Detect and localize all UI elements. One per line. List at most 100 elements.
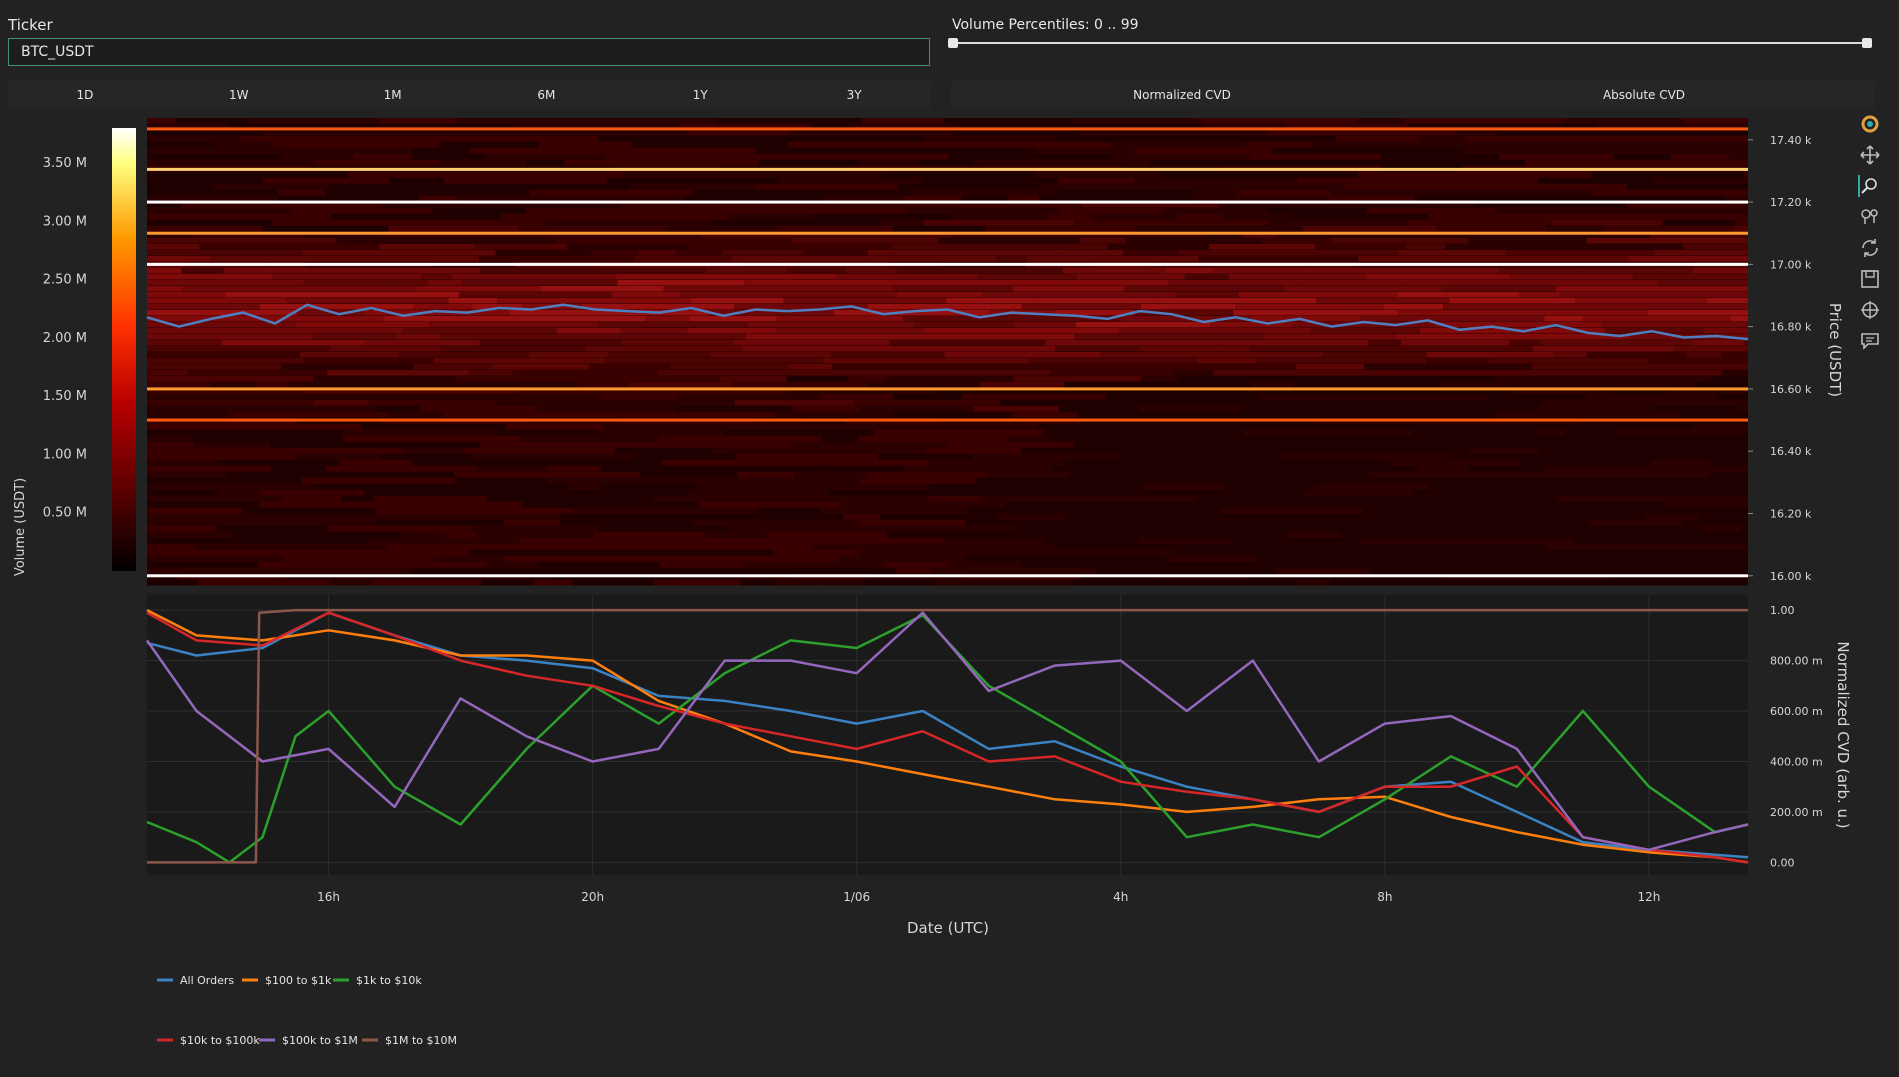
heatmap-cell — [984, 226, 1136, 232]
heatmap-cell — [495, 250, 591, 256]
heatmap-cell — [1206, 328, 1312, 334]
legend-entry[interactable]: All Orders — [180, 974, 234, 987]
heatmap-cell — [1069, 328, 1120, 334]
heatmap-cell — [803, 250, 868, 256]
legend-entry[interactable]: $1M to $10M — [385, 1034, 457, 1047]
heatmap-cell — [1169, 502, 1223, 508]
heatmap-cell — [232, 358, 305, 364]
heatmap-cell — [1412, 490, 1476, 496]
heatmap-cell — [1538, 178, 1653, 184]
heatmap-cell — [147, 394, 315, 400]
liquidity-level — [147, 167, 1748, 171]
heatmap-cell — [1744, 430, 1748, 436]
heatmap-cell — [147, 346, 255, 352]
box-zoom-icon[interactable] — [1858, 174, 1882, 198]
heatmap-cell — [440, 160, 527, 166]
heatmap-cell — [893, 286, 1013, 292]
heatmap-cell — [597, 322, 748, 328]
heatmap-cell — [376, 508, 522, 514]
heatmap-cell — [1530, 442, 1602, 448]
heatmap-cell — [1435, 424, 1600, 430]
heatmap-cell — [1213, 370, 1381, 376]
heatmap-cell — [1538, 448, 1668, 454]
save-icon[interactable] — [1858, 267, 1882, 291]
legend-entry[interactable]: $10k to $100k — [180, 1034, 260, 1047]
heatmap-cell — [759, 568, 896, 574]
heatmap-cell — [1048, 436, 1170, 442]
heatmap-cell — [1553, 382, 1696, 388]
orderbook-chart[interactable]: 0.50 M 1.00 M 1.50 M 2.00 M 2.50 M 3.00 M 3.50… — [0, 0, 1899, 1077]
legend-entry[interactable]: $100k to $1M — [282, 1034, 358, 1047]
heatmap-cell — [1172, 370, 1214, 376]
heatmap-cell — [223, 268, 355, 274]
heatmap-cell — [1551, 220, 1663, 226]
heatmap-cell — [1637, 544, 1748, 550]
heatmap-cell — [505, 424, 604, 430]
heatmap-cell — [1715, 394, 1748, 400]
heatmap-cell — [1684, 454, 1748, 460]
heatmap-cell — [147, 436, 193, 442]
heatmap-cell — [1373, 448, 1469, 454]
heatmap-cell — [577, 382, 630, 388]
heatmap-cell — [177, 118, 248, 124]
heatmap-cell — [147, 556, 284, 562]
heatmap-cell — [1123, 250, 1179, 256]
heatmap-cell — [879, 514, 953, 520]
heatmap-cell — [1183, 136, 1337, 142]
heatmap-cell — [257, 562, 409, 568]
heatmap-cell — [1173, 550, 1325, 556]
heatmap-cell — [791, 442, 947, 448]
zoom-tools-icon[interactable] — [1858, 205, 1882, 229]
heatmap-cell — [1169, 514, 1241, 520]
heatmap-cell — [1164, 208, 1268, 214]
pan-icon[interactable] — [1858, 143, 1882, 167]
heatmap-cell — [147, 430, 193, 436]
price-tick-label: 16.00 k — [1770, 570, 1812, 583]
cvd-tick-label: 200.00 m — [1770, 806, 1823, 819]
legend-entry[interactable]: $100 to $1k — [265, 974, 332, 987]
reset-icon[interactable] — [1858, 236, 1882, 260]
heatmap-cell — [1378, 352, 1427, 358]
heatmap-cell — [927, 460, 1065, 466]
liquidity-level — [147, 262, 1748, 266]
heatmap-cell — [1254, 544, 1420, 550]
heatmap-cell — [710, 514, 844, 520]
heatmap-cell — [1689, 562, 1748, 568]
heatmap-cell — [1469, 568, 1594, 574]
heatmap-cell — [1554, 580, 1642, 586]
heatmap-cell — [1498, 268, 1550, 274]
heatmap-cell — [719, 376, 787, 382]
heatmap-cell — [904, 298, 947, 304]
heatmap-cell — [379, 244, 475, 250]
plotly-logo-icon[interactable] — [1858, 112, 1882, 136]
heatmap-cell — [1052, 490, 1178, 496]
heatmap-cell — [188, 370, 328, 376]
legend-entry[interactable]: $1k to $10k — [356, 974, 422, 987]
heatmap-cell — [1396, 334, 1481, 340]
heatmap-cell — [1733, 226, 1748, 232]
crosshair-icon[interactable] — [1858, 298, 1882, 322]
heatmap-cell — [1642, 550, 1694, 556]
heatmap-cell — [1683, 580, 1748, 586]
heatmap-cell — [1205, 466, 1306, 472]
heatmap-cell — [634, 532, 707, 538]
heatmap-cell — [1531, 364, 1648, 370]
heatmap-cell — [242, 508, 377, 514]
heatmap-cell — [314, 292, 460, 298]
heatmap-cell — [659, 562, 745, 568]
heatmap-cell — [1341, 532, 1492, 538]
heatmap-cell — [1595, 436, 1703, 442]
hover-icon[interactable] — [1858, 329, 1882, 353]
heatmap-cell — [1092, 448, 1174, 454]
heatmap-cell — [1601, 322, 1696, 328]
heatmap-cell — [282, 154, 354, 160]
heatmap-cell — [147, 256, 211, 262]
heatmap-cell — [147, 142, 215, 148]
heatmap-cell — [1480, 334, 1590, 340]
heatmap-cell — [861, 118, 944, 124]
heatmap-cell — [1699, 532, 1748, 538]
heatmap-cell — [313, 376, 457, 382]
heatmap-cell — [616, 274, 750, 280]
heatmap-cell — [1128, 412, 1249, 418]
heatmap-cell — [1657, 280, 1748, 286]
